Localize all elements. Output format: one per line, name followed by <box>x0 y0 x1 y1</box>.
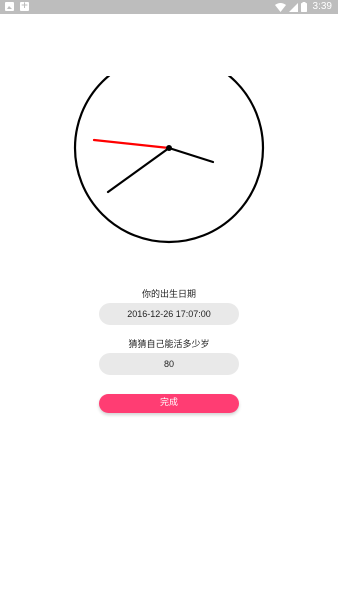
analog-clock <box>71 52 267 244</box>
status-bar: + 3:39 <box>0 0 338 14</box>
clock-face <box>73 52 265 244</box>
birth-date-field[interactable]: 2016-12-26 17:07:00 <box>99 303 239 325</box>
birth-date-label: 你的出生日期 <box>141 290 196 300</box>
wifi-icon <box>274 2 286 12</box>
done-button[interactable]: 完成 <box>99 394 239 413</box>
image-icon <box>5 2 14 11</box>
signal-icon <box>288 2 298 12</box>
battery-icon <box>300 2 307 12</box>
clock-center-dot <box>166 145 172 151</box>
add-icon: + <box>20 1 29 11</box>
guess-age-field[interactable]: 80 <box>99 353 239 375</box>
status-time: 3:39 <box>312 1 332 12</box>
guess-age-label: 猜猜自己能活多少岁 <box>128 340 210 350</box>
notification-icons: + <box>5 2 29 11</box>
system-icons: 3:39 <box>274 0 332 14</box>
